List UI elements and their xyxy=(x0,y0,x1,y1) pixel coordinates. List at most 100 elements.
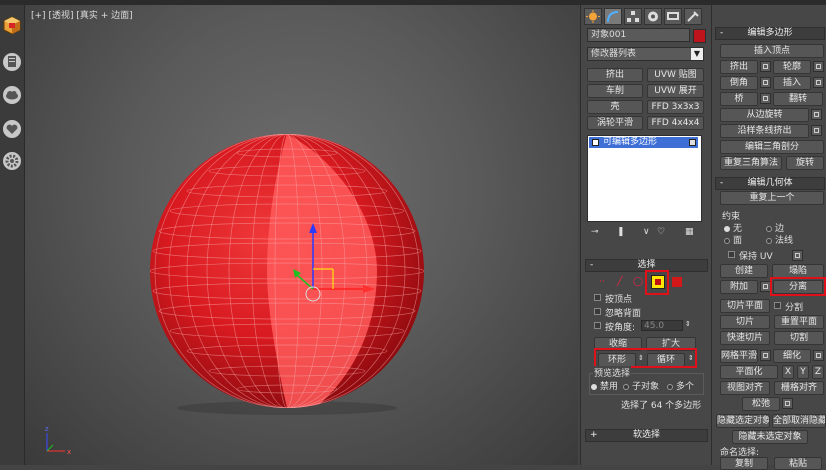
retriangulate-button[interactable]: 重复三角算法 xyxy=(720,156,782,170)
mod-uvw-map-button[interactable]: UVW 贴图 xyxy=(647,68,704,82)
bevel-settings-icon[interactable] xyxy=(760,77,771,88)
stack-item-editable-poly[interactable]: 可编辑多边形 xyxy=(589,137,698,148)
paste-button[interactable]: 粘贴 xyxy=(774,457,822,470)
meshsmooth-button[interactable]: 网格平滑 xyxy=(720,349,758,363)
edit-geometry-rollout-header[interactable]: - 编辑几何体 xyxy=(715,177,825,190)
create-icon[interactable] xyxy=(584,8,602,25)
tessellate-settings-icon[interactable] xyxy=(813,350,824,361)
constraint-face-radio[interactable]: 面 xyxy=(724,233,742,246)
turn-button[interactable]: 旋转 xyxy=(786,156,824,170)
mod-lathe-button[interactable]: 车削 xyxy=(587,84,643,98)
flip-button[interactable]: 翻转 xyxy=(773,92,823,106)
object-name-field[interactable]: 对象001 xyxy=(587,28,690,42)
object-color-swatch[interactable] xyxy=(693,29,706,43)
preserve-uv-checkbox[interactable] xyxy=(728,251,735,258)
outline-settings-icon[interactable] xyxy=(813,61,824,72)
vertex-level-icon[interactable]: ⋅⋅ xyxy=(599,277,605,287)
copy-button[interactable]: 复制 xyxy=(720,457,768,470)
planar-z-button[interactable]: Z xyxy=(812,365,824,379)
display-icon[interactable] xyxy=(664,8,682,25)
mod-ffd3-button[interactable]: FFD 3x3x3 xyxy=(647,100,704,114)
hinge-button[interactable]: 从边旋转 xyxy=(720,108,809,122)
heart-icon[interactable] xyxy=(2,119,22,139)
edit-triangulation-button[interactable]: 编辑三角剖分 xyxy=(720,140,824,154)
modifier-stack[interactable]: 可编辑多边形 xyxy=(587,135,702,222)
expand-icon[interactable] xyxy=(592,139,599,146)
reset-plane-button[interactable]: 重置平面 xyxy=(774,315,824,329)
chevron-down-icon[interactable]: ▼ xyxy=(691,48,703,60)
sphere-object[interactable]: z x xyxy=(25,5,578,465)
edit-polygons-rollout-header[interactable]: - 编辑多边形 xyxy=(715,27,825,40)
attach-button[interactable]: 附加 xyxy=(720,280,758,294)
by-angle-checkbox[interactable] xyxy=(594,322,601,329)
ignore-backfacing-checkbox[interactable] xyxy=(594,308,601,315)
relax-settings-icon[interactable] xyxy=(782,398,793,409)
extrude-spline-button[interactable]: 沿样条线挤出 xyxy=(720,124,809,138)
mod-uvw-unwrap-button[interactable]: UVW 展开 xyxy=(647,84,704,98)
by-vertex-checkbox[interactable] xyxy=(594,294,601,301)
utilities-icon[interactable] xyxy=(684,8,702,25)
slice-plane-button[interactable]: 切片平面 xyxy=(720,299,770,313)
mod-shell-button[interactable]: 壳 xyxy=(587,100,643,114)
unhide-all-button[interactable]: 全部取消隐藏 xyxy=(772,414,826,428)
quickslice-button[interactable]: 快速切片 xyxy=(720,331,770,345)
perspective-viewport[interactable]: [+] [透视] [真实 + 边面] z x xyxy=(25,5,578,465)
inset-settings-icon[interactable] xyxy=(813,77,824,88)
collapse-button[interactable]: 塌陷 xyxy=(772,264,824,278)
configure-sets-icon[interactable]: ▦ xyxy=(685,227,694,237)
make-unique-icon[interactable]: ∨ xyxy=(643,227,650,237)
angle-spinner[interactable]: 45.0 xyxy=(641,320,683,331)
bridge-button[interactable]: 桥 xyxy=(720,92,758,106)
planar-y-button[interactable]: Y xyxy=(797,365,809,379)
preserve-uv-settings-icon[interactable] xyxy=(792,250,803,261)
split-checkbox[interactable] xyxy=(774,302,781,309)
tessellate-button[interactable]: 细化 xyxy=(773,349,811,363)
relax-button[interactable]: 松弛 xyxy=(742,397,780,411)
insert-vertex-button[interactable]: 插入顶点 xyxy=(720,44,824,58)
preview-multi-radio[interactable]: 多个 xyxy=(667,379,694,392)
outline-button[interactable]: 轮廓 xyxy=(773,60,811,74)
document-icon[interactable] xyxy=(2,52,22,72)
border-level-icon[interactable]: ◯ xyxy=(633,277,643,287)
show-end-result-icon[interactable]: ❚ xyxy=(617,227,625,237)
motion-icon[interactable] xyxy=(644,8,662,25)
hide-unselected-button[interactable]: 隐藏未选定对象 xyxy=(732,430,808,444)
slice-button[interactable]: 切片 xyxy=(720,315,770,329)
repeat-last-button[interactable]: 重复上一个 xyxy=(720,191,824,205)
mod-extrude-button[interactable]: 挤出 xyxy=(587,68,643,82)
meshsmooth-settings-icon[interactable] xyxy=(760,350,771,361)
grid-align-button[interactable]: 栅格对齐 xyxy=(774,381,824,395)
element-level-icon[interactable] xyxy=(672,277,682,287)
highlight-ring-loop xyxy=(594,348,697,368)
constraint-normal-radio[interactable]: 法线 xyxy=(766,233,793,246)
stack-toggle-icon[interactable] xyxy=(689,139,696,146)
gear-icon[interactable] xyxy=(2,151,22,171)
bridge-settings-icon[interactable] xyxy=(760,93,771,104)
spinner-arrows-icon[interactable]: ⇕ xyxy=(685,320,691,328)
modify-icon[interactable] xyxy=(604,8,622,25)
extrude-settings-icon[interactable] xyxy=(760,61,771,72)
remove-modifier-icon[interactable]: ♡ xyxy=(657,227,665,237)
extrude-button[interactable]: 挤出 xyxy=(720,60,758,74)
create-button[interactable]: 创建 xyxy=(720,264,768,278)
hierarchy-icon[interactable] xyxy=(624,8,642,25)
cloud-icon[interactable] xyxy=(2,85,22,105)
hinge-settings-icon[interactable] xyxy=(811,109,822,120)
edge-level-icon[interactable]: ╱ xyxy=(617,277,622,287)
app-cube-icon[interactable] xyxy=(2,15,22,35)
planar-x-button[interactable]: X xyxy=(782,365,794,379)
pin-stack-icon[interactable]: ⊸ xyxy=(591,227,599,237)
preview-subobject-radio[interactable]: 子对象 xyxy=(623,379,659,392)
cut-button[interactable]: 切割 xyxy=(774,331,824,345)
view-align-button[interactable]: 视图对齐 xyxy=(720,381,770,395)
mod-ffd4-button[interactable]: FFD 4x4x4 xyxy=(647,116,704,130)
inset-button[interactable]: 插入 xyxy=(773,76,811,90)
preview-off-radio[interactable]: 禁用 xyxy=(591,379,618,392)
make-planar-button[interactable]: 平面化 xyxy=(720,365,778,379)
hide-selected-button[interactable]: 隐藏选定对象 xyxy=(716,414,770,428)
extrude-spline-settings-icon[interactable] xyxy=(811,125,822,136)
mod-turbosmooth-button[interactable]: 涡轮平滑 xyxy=(587,116,643,130)
bevel-button[interactable]: 倒角 xyxy=(720,76,758,90)
soft-selection-rollout-header[interactable]: + 软选择 xyxy=(585,429,708,442)
modifier-list-dropdown[interactable]: 修改器列表 ▼ xyxy=(587,47,704,61)
